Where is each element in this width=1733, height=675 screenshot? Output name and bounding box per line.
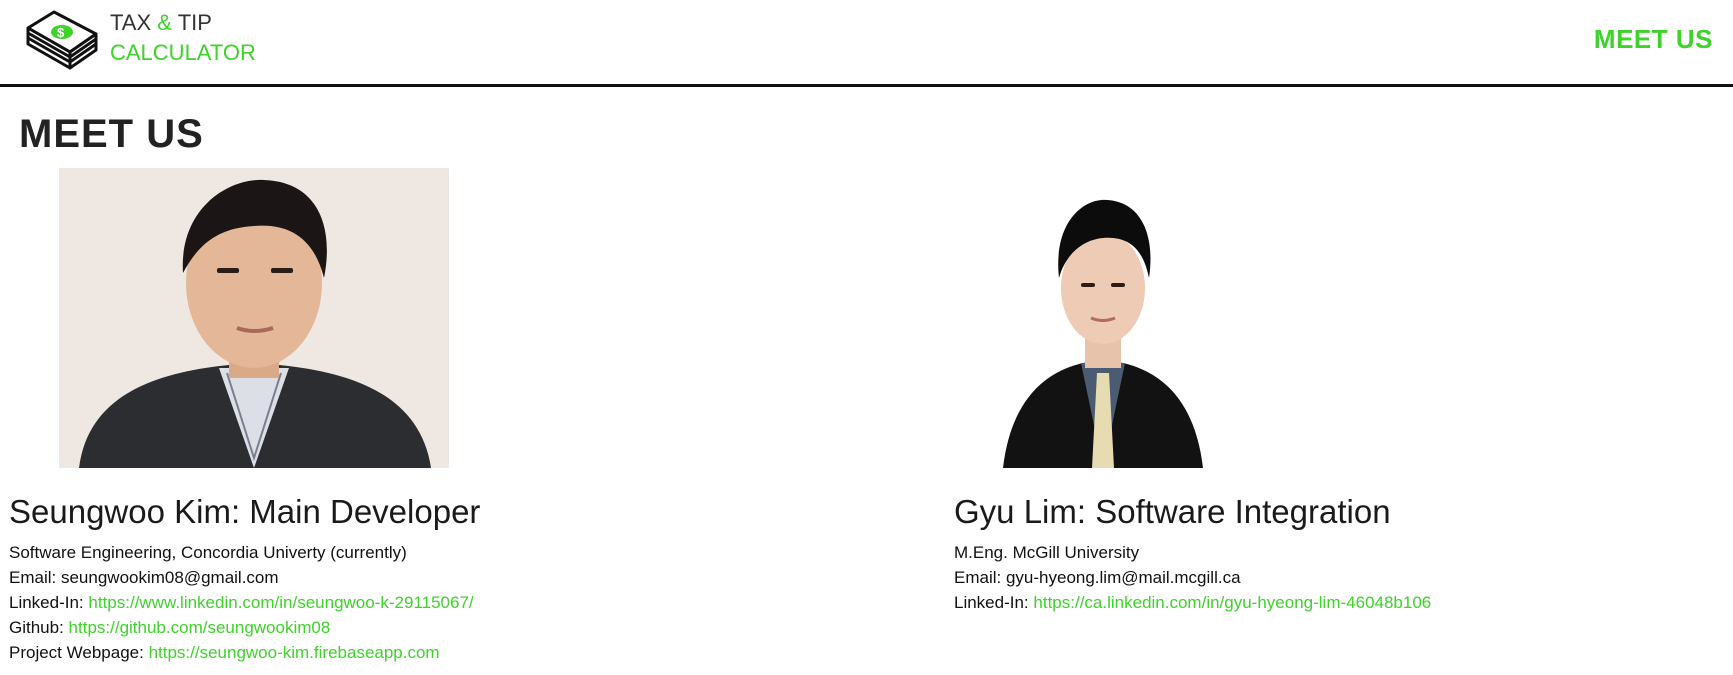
linkedin-label: Linked-In: [9, 593, 84, 612]
member-details-gyu: M.Eng. McGill University Email: gyu-hyeo… [954, 540, 1431, 615]
linkedin-row: Linked-In: https://ca.linkedin.com/in/gy… [954, 590, 1431, 615]
github-label: Github: [9, 618, 64, 637]
member-card-gyu: Gyu Lim: Software Integration M.Eng. McG… [954, 168, 1733, 668]
member-name-seungwoo: Seungwoo Kim: Main Developer [9, 493, 481, 530]
linkedin-link[interactable]: https://www.linkedin.com/in/seungwoo-k-2… [88, 593, 473, 612]
site-header: $ TAX & TIP CALCULATOR MEET US [0, 0, 1733, 87]
member-photo-seungwoo [59, 168, 449, 468]
email-row: Email: seungwookim08@gmail.com [9, 565, 474, 590]
member-name-gyu: Gyu Lim: Software Integration [954, 493, 1391, 530]
nav-meet-us-link[interactable]: MEET US [1594, 24, 1713, 55]
linkedin-link[interactable]: https://ca.linkedin.com/in/gyu-hyeong-li… [1033, 593, 1431, 612]
member-details-seungwoo: Software Engineering, Concordia Univerty… [9, 540, 474, 665]
email-label: Email: [9, 568, 57, 587]
linkedin-label: Linked-In: [954, 593, 1029, 612]
page-title: MEET US [19, 112, 204, 156]
github-row: Github: https://github.com/seungwookim08 [9, 615, 474, 640]
svg-text:$: $ [57, 25, 65, 40]
brand-word-tip: TIP [177, 10, 212, 35]
education-text: Software Engineering, Concordia Univerty… [9, 543, 407, 562]
webpage-link[interactable]: https://seungwoo-kim.firebaseapp.com [149, 643, 440, 662]
education-text: M.Eng. McGill University [954, 543, 1140, 562]
brand-name[interactable]: TAX & TIP CALCULATOR [110, 8, 256, 68]
email-label: Email: [954, 568, 1002, 587]
github-link[interactable]: https://github.com/seungwookim08 [69, 618, 331, 637]
webpage-label: Project Webpage: [9, 643, 144, 662]
member-photo-gyu [1003, 168, 1203, 468]
email-value: seungwookim08@gmail.com [60, 568, 279, 587]
webpage-row: Project Webpage: https://seungwoo-kim.fi… [9, 640, 474, 665]
brand-word-tax: TAX [110, 10, 152, 35]
brand-ampersand: & [157, 10, 172, 35]
brand-word-calculator: CALCULATOR [110, 40, 256, 65]
member-card-seungwoo: Seungwoo Kim: Main Developer Software En… [9, 168, 869, 668]
email-row: Email: gyu-hyeong.lim@mail.mcgill.ca [954, 565, 1431, 590]
money-stack-icon[interactable]: $ [24, 4, 102, 72]
email-value: gyu-hyeong.lim@mail.mcgill.ca [1005, 568, 1241, 587]
linkedin-row: Linked-In: https://www.linkedin.com/in/s… [9, 590, 474, 615]
